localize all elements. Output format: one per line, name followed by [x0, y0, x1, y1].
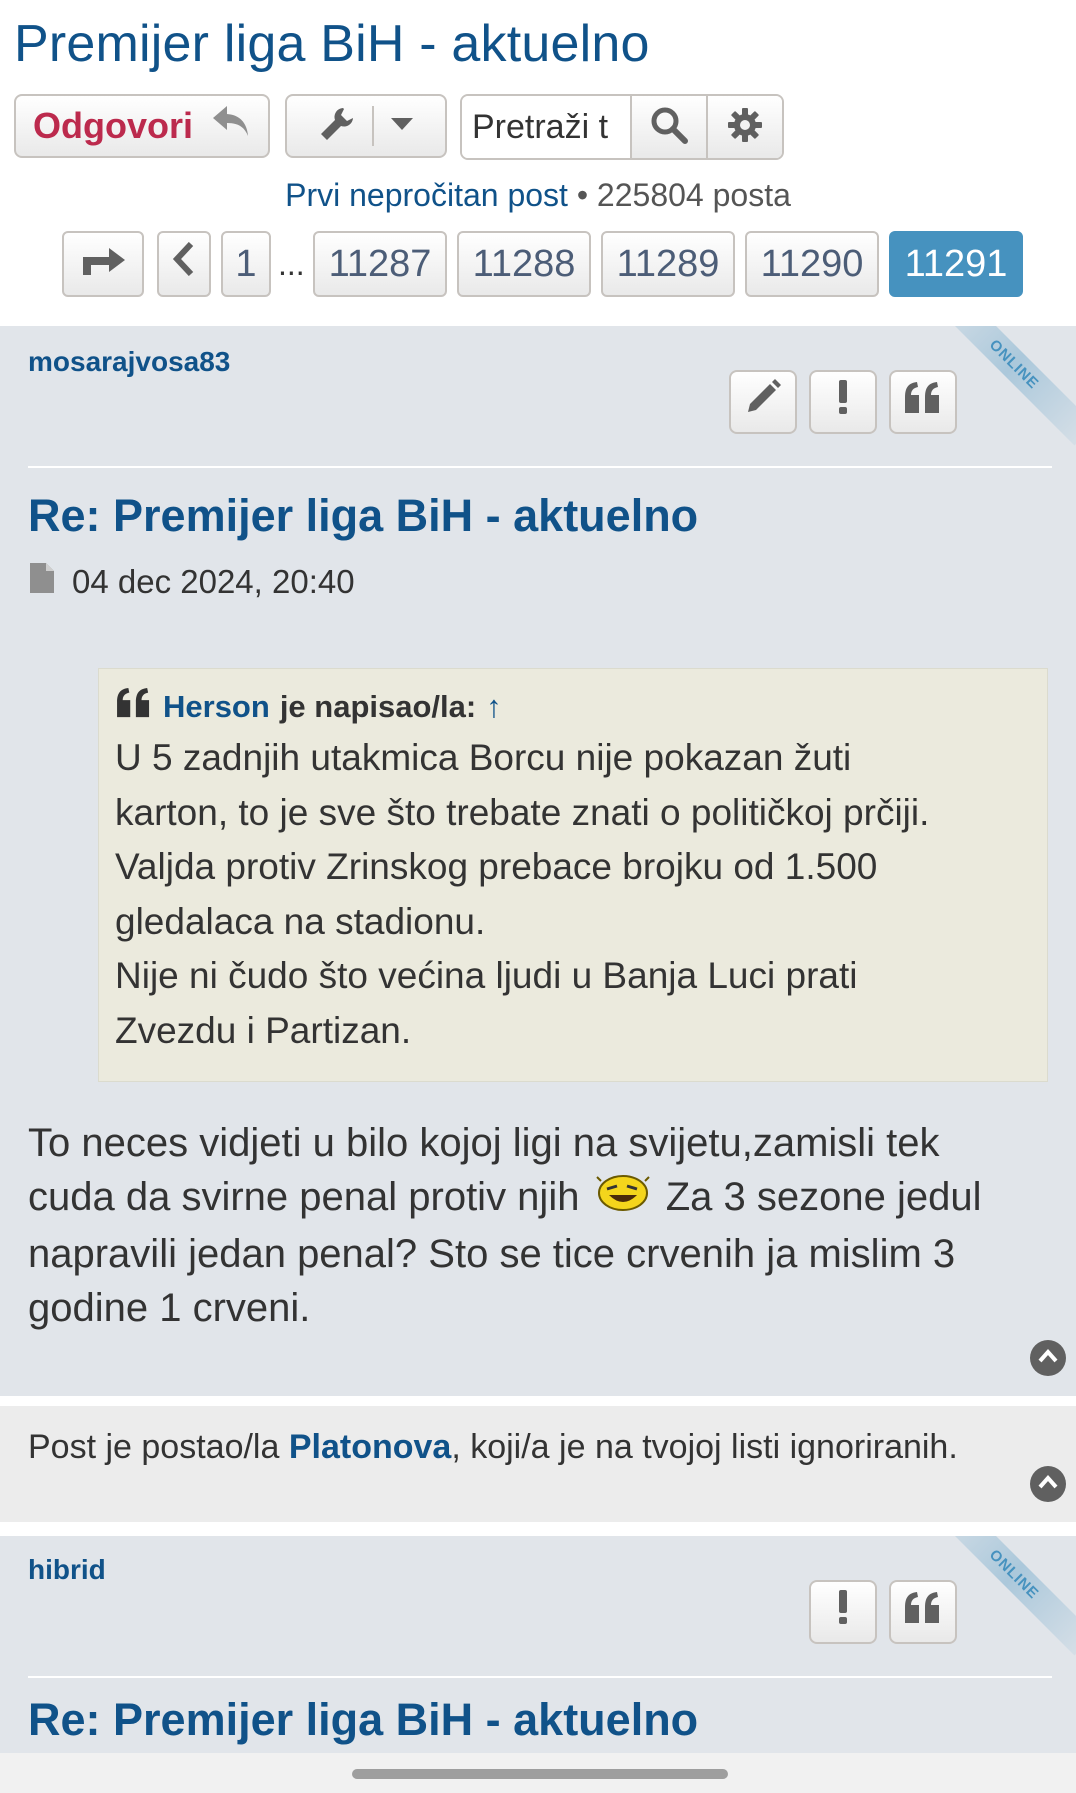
exclamation-icon — [837, 379, 849, 425]
report-button[interactable] — [809, 1580, 877, 1644]
jump-to-page-button[interactable] — [62, 231, 144, 297]
search-button[interactable] — [630, 96, 706, 158]
reply-button[interactable]: Odgovori — [14, 94, 270, 158]
post: ONLINE mosarajvosa83 Re: Premijer liga B… — [0, 326, 1076, 1396]
reply-button-label: Odgovori — [33, 105, 193, 146]
ignored-user-link[interactable]: Platonova — [289, 1428, 451, 1466]
previous-page-button[interactable] — [157, 231, 211, 297]
post-title[interactable]: Re: Premijer liga BiH - aktuelno — [28, 1694, 698, 1746]
page-link[interactable]: 11289 — [601, 231, 735, 297]
quote-line: gledalaca na stadionu. — [115, 900, 486, 942]
quote-author[interactable]: Herson — [163, 689, 270, 725]
quote-mark-icon — [115, 687, 153, 727]
report-button[interactable] — [809, 370, 877, 434]
quote-button[interactable] — [889, 370, 957, 434]
back-to-top-button[interactable] — [1030, 1466, 1066, 1502]
quote-wrote: je napisao/la: — [279, 689, 477, 724]
system-navigation-bar — [0, 1753, 1076, 1793]
quote-line: Zvezdu i Partizan. — [115, 1009, 412, 1051]
advanced-search-button[interactable] — [706, 96, 782, 158]
page-title[interactable]: Premijer liga BiH - aktuelno — [14, 14, 650, 74]
search-box — [460, 94, 784, 160]
chevron-up-icon — [1038, 1474, 1058, 1494]
post-text: cuda da svirne penal protiv njih — [28, 1175, 580, 1219]
pencil-icon — [744, 378, 782, 426]
post-line: To neces vidjeti u bilo kojoj ligi na sv… — [28, 1121, 940, 1165]
laughing-smiley-icon — [595, 1171, 651, 1227]
back-to-top-button[interactable] — [1030, 1340, 1066, 1376]
reply-arrow-icon — [211, 104, 251, 149]
quote-source-link[interactable]: ↑ — [486, 689, 502, 725]
page-link-first[interactable]: 1 — [221, 231, 271, 297]
chevron-left-icon — [172, 241, 195, 286]
exclamation-icon — [837, 1589, 849, 1635]
post-meta: 04 dec 2024, 20:40 — [28, 562, 355, 602]
post-divider — [28, 466, 1052, 468]
file-icon — [28, 562, 56, 602]
ignored-text-before: Post je postao/la — [28, 1428, 280, 1466]
pagination-ellipsis: ... — [278, 246, 305, 282]
post-line: napravili jedan penal? Sto se tice crven… — [28, 1232, 956, 1277]
ignored-post-notice: Post je postao/la Platonova, koji/a je n… — [0, 1406, 1076, 1522]
post-divider — [28, 1676, 1052, 1678]
edit-button[interactable] — [729, 370, 797, 434]
topic-stats: Prvi nepročitan post • 225804 posta — [0, 177, 1076, 214]
quote-block: Herson je napisao/la: ↑ U 5 zadnjih utak… — [98, 668, 1048, 1082]
page-link[interactable]: 11287 — [313, 231, 447, 297]
post-datetime: 04 dec 2024, 20:40 — [72, 563, 355, 600]
quote-line: karton, to je sve što trebate znati o po… — [115, 791, 930, 833]
search-icon — [650, 106, 688, 149]
gear-icon — [727, 107, 763, 148]
page-link-current[interactable]: 11291 — [889, 231, 1023, 297]
wrench-icon — [318, 105, 356, 148]
quote-line: Valjda protiv Zrinskog prebace brojku od… — [115, 846, 878, 887]
first-unread-link[interactable]: Prvi nepročitan post — [285, 177, 568, 213]
post-title[interactable]: Re: Premijer liga BiH - aktuelno — [28, 490, 698, 542]
quote-icon — [903, 1590, 943, 1635]
post-author[interactable]: hibrid — [28, 1554, 106, 1586]
page-link[interactable]: 11290 — [745, 231, 879, 297]
quote-text: U 5 zadnjih utakmica Borcu nije pokazan … — [115, 731, 1047, 1058]
post-content: To neces vidjeti u bilo kojoj ligi na sv… — [28, 1116, 1058, 1335]
ignored-post-text: Post je postao/la Platonova, koji/a je n… — [28, 1428, 958, 1467]
quote-line: Nije ni čudo što većina ljudi u Banja Lu… — [115, 955, 858, 996]
topic-tools-button[interactable] — [285, 94, 447, 158]
post-line: godine 1 crveni. — [28, 1286, 311, 1331]
post-text: Za 3 sezone jedul — [665, 1175, 982, 1219]
share-arrow-icon — [79, 243, 127, 286]
chevron-up-icon — [1038, 1348, 1058, 1368]
ignored-text-after: , koji/a je na tvojoj listi ignoriranih. — [451, 1428, 958, 1466]
search-input[interactable] — [462, 96, 630, 158]
tools-divider — [372, 106, 374, 146]
post-author[interactable]: mosarajvosa83 — [28, 346, 230, 378]
page-link[interactable]: 11288 — [457, 231, 591, 297]
quote-icon — [903, 380, 943, 425]
post-line: cuda da svirne penal protiv njih Za 3 se… — [28, 1170, 1058, 1227]
quote-button[interactable] — [889, 1580, 957, 1644]
post-count: 225804 posta — [596, 177, 791, 213]
quote-line: U 5 zadnjih utakmica Borcu nije pokazan … — [115, 737, 852, 778]
chevron-down-icon — [390, 117, 414, 136]
quote-header: Herson je napisao/la: ↑ — [115, 685, 1047, 729]
stats-separator: • — [576, 177, 589, 213]
home-indicator[interactable] — [352, 1769, 728, 1779]
